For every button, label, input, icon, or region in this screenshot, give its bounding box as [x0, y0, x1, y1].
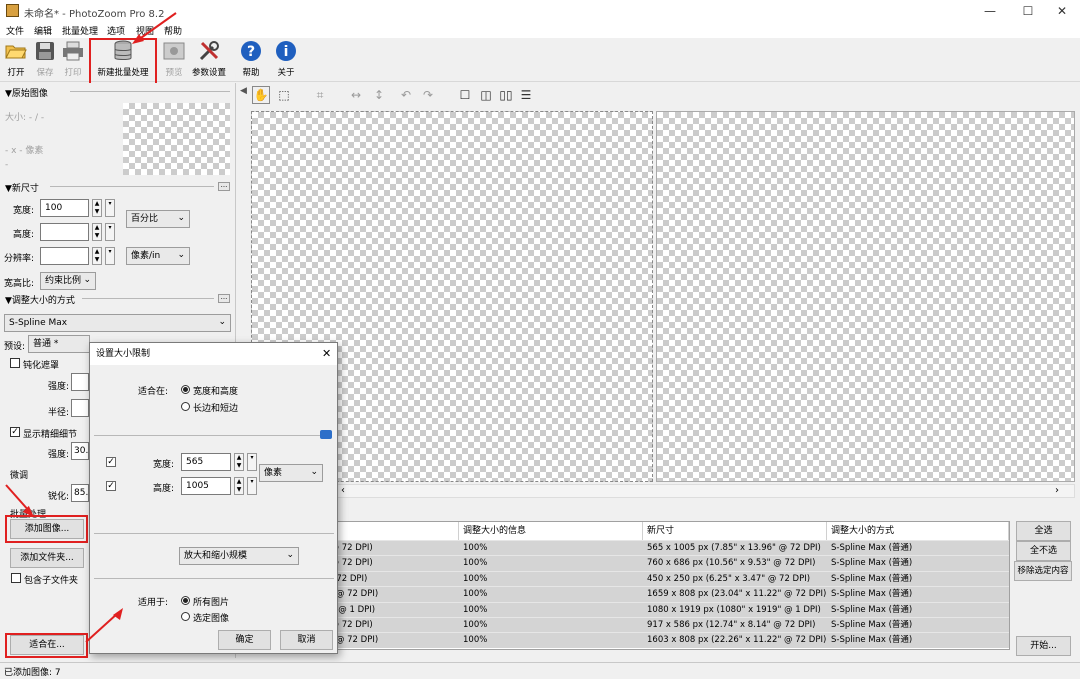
annotation-arrows — [5, 12, 177, 643]
status-bar — [0, 662, 1080, 679]
status-text: 已添加图像: 7 — [4, 668, 61, 678]
